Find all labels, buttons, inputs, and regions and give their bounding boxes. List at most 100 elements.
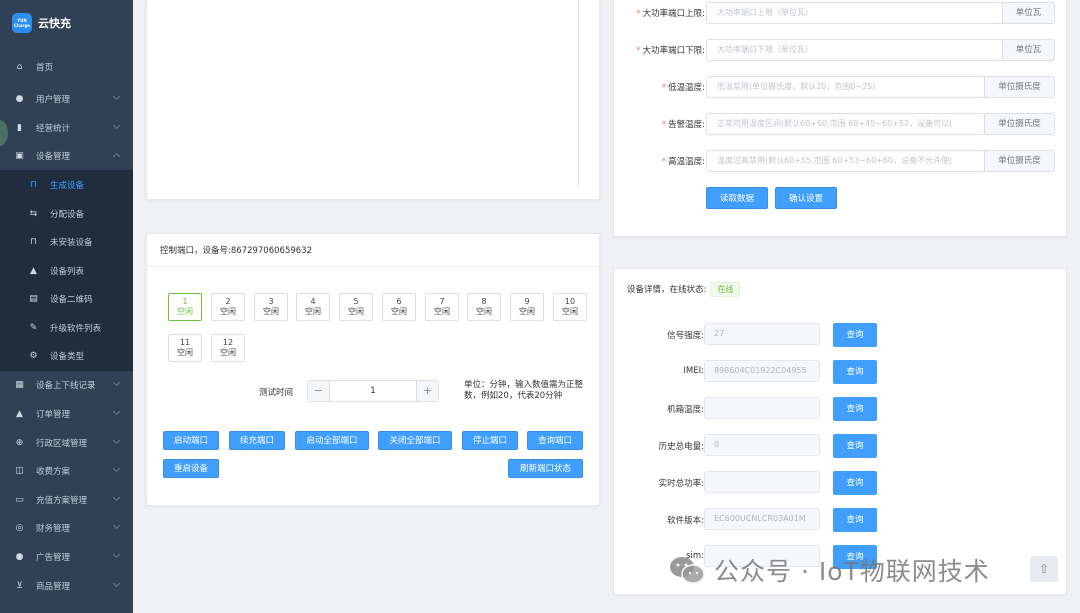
port-1[interactable]: 1 空闲 bbox=[168, 293, 202, 321]
port-11[interactable]: 11 空闲 bbox=[168, 334, 202, 362]
database-icon: ◎ bbox=[15, 523, 24, 533]
sidebar-item-recharge[interactable]: ▭ 充值方案管理 bbox=[0, 489, 133, 511]
detail-label: IMEI: bbox=[683, 366, 704, 376]
sidebar-item-device-type[interactable]: ⚙ 设备类型 bbox=[0, 345, 133, 367]
port-number: 1 bbox=[182, 297, 188, 306]
detail-row-firmware-version: 软件版本: EC600UCNLCR03A01M 查询 bbox=[614, 508, 914, 532]
form-row-power-lower: * 大功率端口下限: 大功率端口下限（单位瓦） 单位瓦 bbox=[614, 39, 1067, 61]
stepper-plus-button[interactable]: + bbox=[416, 381, 438, 401]
query-firmware-version-button[interactable]: 查询 bbox=[833, 508, 877, 532]
refresh-port-status-button[interactable]: 刷新端口状态 bbox=[508, 459, 583, 478]
query-port-button[interactable]: 查询端口 bbox=[527, 431, 583, 450]
port-status: 空闲 bbox=[476, 307, 492, 316]
query-imei-button[interactable]: 查询 bbox=[833, 360, 877, 384]
restart-device-button[interactable]: 重启设备 bbox=[163, 459, 219, 478]
port-10[interactable]: 10 空闲 bbox=[553, 293, 587, 321]
sidebar-item-label: 行政区域管理 bbox=[36, 439, 88, 449]
low-temp-input[interactable]: 低温禁用(单位摄氏度，默认20，范围0~25) bbox=[706, 76, 985, 98]
port-8[interactable]: 8 空闲 bbox=[467, 293, 501, 321]
app: YUN Charge 云快充 ⌂ 首页 ● 用户管理 ▮ 经营统计 ▣ 设备管理 … bbox=[0, 0, 1080, 613]
port-number: 3 bbox=[268, 297, 274, 306]
stepper-value[interactable]: 1 bbox=[330, 381, 416, 401]
detail-row-chassis-temp: 机箱温度: 查询 bbox=[614, 397, 914, 421]
port-4[interactable]: 4 空闲 bbox=[296, 293, 330, 321]
power-lower-input[interactable]: 大功率端口下限（单位瓦） bbox=[706, 39, 1003, 61]
cart-icon: ⊻ bbox=[16, 581, 23, 591]
query-chassis-temp-button[interactable]: 查询 bbox=[833, 397, 877, 421]
stop-port-button[interactable]: 停止端口 bbox=[462, 431, 518, 450]
sidebar-item-assign-device[interactable]: ⇆ 分配设备 bbox=[0, 203, 133, 225]
lock-icon: ▲ bbox=[30, 266, 37, 276]
port-number: 10 bbox=[564, 297, 576, 306]
sidebar-item-finance[interactable]: ◎ 财务管理 bbox=[0, 517, 133, 539]
arrow-up-icon[interactable]: ⇧ bbox=[1030, 556, 1058, 582]
port-6[interactable]: 6 空闲 bbox=[382, 293, 416, 321]
sidebar-item-regions[interactable]: ⊕ 行政区域管理 bbox=[0, 432, 133, 454]
sidebar-item-firmware[interactable]: ✎ 升级软件列表 bbox=[0, 317, 133, 339]
sidebar-item-home[interactable]: ⌂ 首页 bbox=[0, 56, 133, 78]
share-icon: ⇆ bbox=[29, 209, 38, 219]
sidebar-item-label: 收费方案 bbox=[36, 467, 71, 477]
read-data-button[interactable]: 读取数据 bbox=[706, 187, 768, 209]
settings-card: * 大功率端口上限: 大功率端口上限（单位瓦） 单位瓦 * 大功率端口下限: 大功率… bbox=[613, 0, 1067, 237]
device-icon: ▣ bbox=[15, 151, 24, 161]
sidebar-item-uninstalled[interactable]: ⊓ 未安装设备 bbox=[0, 231, 133, 253]
sidebar-item-ads[interactable]: ● 广告管理 bbox=[0, 546, 133, 568]
logo-badge: YUN Charge bbox=[12, 13, 32, 33]
sidebar-item-device-list[interactable]: ▲ 设备列表 bbox=[0, 260, 133, 282]
port-7[interactable]: 7 空闲 bbox=[425, 293, 459, 321]
wechat-logo-icon bbox=[670, 557, 705, 584]
query-total-energy-button[interactable]: 查询 bbox=[833, 434, 877, 458]
port-number: 5 bbox=[353, 297, 359, 306]
scrollbar[interactable] bbox=[578, 0, 587, 187]
port-5[interactable]: 5 空闲 bbox=[339, 293, 373, 321]
logo[interactable]: YUN Charge 云快充 bbox=[12, 13, 71, 33]
watermark-text: 公众号 · IoT物联网技术 bbox=[714, 557, 990, 586]
start-all-ports-button[interactable]: 启动全部端口 bbox=[295, 431, 369, 450]
chevron-down-icon bbox=[112, 121, 121, 130]
high-temp-input[interactable]: 温度过高禁用(默认60+55,范围 60+53~60+60，设备不允许使( bbox=[706, 150, 985, 172]
stepper-minus-button[interactable]: − bbox=[308, 381, 330, 401]
status-badge: 在线 bbox=[710, 281, 741, 297]
port-9[interactable]: 9 空闲 bbox=[510, 293, 544, 321]
port-3[interactable]: 3 空闲 bbox=[254, 293, 288, 321]
sidebar-item-pricing[interactable]: ◫ 收费方案 bbox=[0, 460, 133, 482]
calendar-icon: ▦ bbox=[15, 380, 24, 390]
port-number: 12 bbox=[222, 338, 234, 347]
power-upper-input[interactable]: 大功率端口上限（单位瓦） bbox=[706, 2, 1003, 24]
sidebar-item-generate-device[interactable]: ⊓ 生成设备 bbox=[0, 174, 133, 196]
alarm-temp-input[interactable]: 正常可用温度区间(默认60+60,范围 60+45~60+52，设备可以( bbox=[706, 113, 985, 135]
port-status: 空闲 bbox=[519, 307, 535, 316]
port-2[interactable]: 2 空闲 bbox=[211, 293, 245, 321]
field-label: * 告警温度: bbox=[662, 118, 705, 130]
port-status: 空闲 bbox=[562, 307, 578, 316]
sidebar-item-devices[interactable]: ▣ 设备管理 bbox=[0, 145, 133, 167]
sidebar-item-online-records[interactable]: ▦ 设备上下线记录 bbox=[0, 374, 133, 396]
close-all-ports-button[interactable]: 关闭全部端口 bbox=[378, 431, 452, 450]
edit-icon: ✎ bbox=[29, 323, 38, 333]
sidebar-item-users[interactable]: ● 用户管理 bbox=[0, 88, 133, 110]
port-status: 空闲 bbox=[305, 307, 321, 316]
confirm-settings-button[interactable]: 确认设置 bbox=[775, 187, 837, 209]
test-time-hint: 单位：分钟，输入数值需为正整数，例如20，代表20分钟 bbox=[464, 380, 584, 401]
test-time-stepper[interactable]: − 1 + bbox=[307, 380, 439, 402]
query-signal-button[interactable]: 查询 bbox=[833, 323, 877, 347]
pin-icon: ● bbox=[15, 552, 24, 562]
recharge-port-button[interactable]: 续充端口 bbox=[229, 431, 285, 450]
sidebar-item-label: 经营统计 bbox=[36, 124, 71, 134]
port-12[interactable]: 12 空闲 bbox=[211, 334, 245, 362]
query-realtime-power-button[interactable]: 查询 bbox=[833, 471, 877, 495]
start-port-button[interactable]: 启动端口 bbox=[163, 431, 219, 450]
port-number: 8 bbox=[481, 297, 487, 306]
port-status: 空闲 bbox=[391, 307, 407, 316]
total-energy-field: 0 bbox=[704, 434, 820, 456]
sidebar-item-orders[interactable]: ▲ 订单管理 bbox=[0, 403, 133, 425]
test-time-label: 测试时间 bbox=[259, 388, 294, 398]
plus-circle-icon: ⊕ bbox=[15, 438, 24, 448]
sidebar-item-stats[interactable]: ▮ 经营统计 bbox=[0, 117, 133, 139]
port-status: 空闲 bbox=[177, 348, 193, 357]
sidebar-item-products[interactable]: ⊻ 商品管理 bbox=[0, 575, 133, 597]
chevron-up-icon bbox=[112, 152, 121, 161]
chevron-down-icon bbox=[112, 407, 121, 416]
sidebar-item-qrcode[interactable]: ▤ 设备二维码 bbox=[0, 288, 133, 310]
